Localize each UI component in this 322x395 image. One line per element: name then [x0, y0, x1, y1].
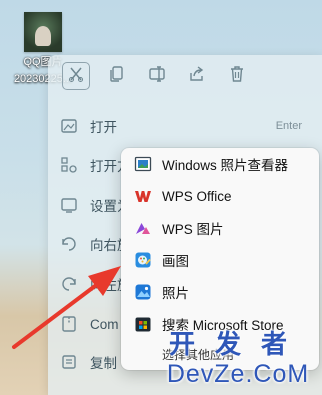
context-menu-toolbar — [62, 61, 302, 91]
open-icon — [60, 117, 78, 135]
submenu-item-label: 搜索 Microsoft Store — [162, 318, 284, 333]
rename-icon — [148, 65, 166, 88]
submenu-item-label: 选择其他应用 — [162, 347, 235, 362]
menu-item-open[interactable]: 打开 Enter — [60, 111, 310, 141]
submenu-item-choose-another-app[interactable]: 选择其他应用 — [121, 338, 319, 370]
shortcut-hint: Enter — [275, 120, 302, 132]
wps-pictures-icon — [134, 219, 152, 237]
menu-item-label: 复制 — [90, 356, 117, 371]
paint-icon — [134, 251, 152, 269]
submenu-item-paint[interactable]: 画图 — [121, 244, 319, 276]
submenu-item-wps-office[interactable]: WPS Office — [121, 180, 319, 212]
menu-item-label: Com — [90, 316, 119, 332]
share-button[interactable] — [184, 63, 210, 89]
submenu-item-label: 照片 — [162, 286, 189, 301]
submenu-item-label: WPS Office — [162, 188, 232, 204]
photo-viewer-icon — [134, 155, 152, 173]
submenu-item-windows-photo-viewer[interactable]: Windows 照片查看器 — [121, 148, 319, 180]
open-with-icon — [60, 156, 78, 174]
menu-item-label: 打开 — [90, 120, 117, 135]
copy-button[interactable] — [104, 63, 130, 89]
rotate-left-icon — [60, 275, 78, 293]
copy-path-icon — [60, 353, 78, 371]
rotate-icon — [60, 235, 78, 253]
submenu-item-label: WPS 图片 — [162, 222, 224, 237]
wallpaper-icon — [60, 196, 78, 214]
store-icon — [134, 315, 152, 333]
submenu-item-label: Windows 照片查看器 — [162, 158, 289, 173]
submenu-item-wps-pictures[interactable]: WPS 图片 — [121, 212, 319, 244]
image-thumbnail — [24, 12, 62, 52]
cut-button[interactable] — [62, 62, 90, 90]
photos-icon — [134, 283, 152, 301]
delete-button[interactable] — [224, 63, 250, 89]
submenu-item-label: 画图 — [162, 254, 189, 269]
wps-office-icon — [134, 187, 152, 205]
cut-icon — [67, 65, 85, 88]
thumbnail-figure — [35, 26, 51, 46]
open-with-submenu: Windows 照片查看器 WPS Office WPS 图片 画图 照片 搜索… — [121, 148, 319, 370]
share-icon — [188, 65, 206, 88]
delete-icon — [228, 65, 246, 88]
compress-icon — [60, 315, 78, 333]
submenu-item-photos[interactable]: 照片 — [121, 276, 319, 308]
submenu-item-search-store[interactable]: 搜索 Microsoft Store — [121, 308, 319, 340]
copy-icon — [108, 65, 126, 88]
rename-button[interactable] — [144, 63, 170, 89]
